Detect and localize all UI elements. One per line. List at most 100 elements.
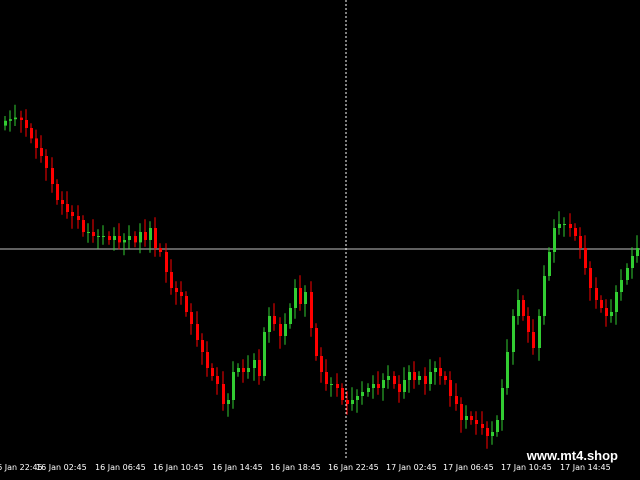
candle-body bbox=[216, 376, 219, 384]
candle-body bbox=[97, 236, 100, 237]
candle-body bbox=[501, 388, 504, 420]
candle-body bbox=[61, 200, 64, 204]
candle-body bbox=[51, 168, 54, 184]
candle-body bbox=[25, 120, 28, 128]
candle-body bbox=[496, 420, 499, 432]
time-axis-label: 16 Jan 02:45 bbox=[36, 463, 87, 472]
candle-body bbox=[486, 428, 489, 436]
candle-body bbox=[631, 256, 634, 268]
candle-body bbox=[45, 156, 48, 168]
candle-body bbox=[418, 376, 421, 380]
candle-body bbox=[620, 280, 623, 292]
candle-body bbox=[320, 356, 323, 372]
candle-body bbox=[253, 360, 256, 368]
candle-body bbox=[372, 384, 375, 388]
candle-body bbox=[512, 316, 515, 352]
candle-body bbox=[279, 324, 282, 336]
candle-body bbox=[294, 288, 297, 308]
candle-body bbox=[553, 228, 556, 252]
candle-body bbox=[325, 372, 328, 384]
candle-body bbox=[610, 312, 613, 316]
time-axis-label: 16 Jan 22:45 bbox=[328, 463, 379, 472]
candle-body bbox=[71, 212, 74, 216]
candle-body bbox=[569, 224, 572, 228]
candle-body bbox=[563, 224, 566, 225]
candle-body bbox=[201, 340, 204, 352]
time-axis-label: 17 Jan 06:45 bbox=[443, 463, 494, 472]
candle-body bbox=[584, 248, 587, 268]
candle-body bbox=[108, 236, 111, 240]
candle-body bbox=[481, 424, 484, 428]
candle-body bbox=[118, 236, 121, 243]
candle-body bbox=[175, 288, 178, 292]
time-axis-label: 16 Jan 18:45 bbox=[270, 463, 321, 472]
candle-body bbox=[377, 384, 380, 388]
candle-body bbox=[30, 128, 33, 139]
candle-body bbox=[92, 232, 95, 236]
candle-body bbox=[429, 372, 432, 384]
candle-body bbox=[180, 292, 183, 296]
candle-body bbox=[247, 368, 250, 372]
candle-body bbox=[134, 236, 137, 243]
candle-body bbox=[382, 380, 385, 388]
candle-body bbox=[403, 380, 406, 392]
candle-body bbox=[87, 232, 90, 233]
candle-body bbox=[310, 292, 313, 328]
candle-body bbox=[82, 220, 85, 232]
candle-body bbox=[341, 388, 344, 400]
candle-body bbox=[242, 368, 245, 372]
candle-body bbox=[522, 300, 525, 316]
time-axis-label: 16 Jan 10:45 bbox=[153, 463, 204, 472]
candle-body bbox=[299, 288, 302, 304]
candle-body bbox=[538, 316, 541, 348]
candle-body bbox=[626, 268, 629, 280]
chart-background bbox=[0, 0, 640, 480]
candle-body bbox=[20, 117, 23, 120]
candle-body bbox=[465, 416, 468, 420]
candle-body bbox=[548, 252, 551, 276]
candle-body bbox=[227, 400, 230, 404]
candle-body bbox=[263, 332, 266, 376]
candle-body bbox=[66, 204, 69, 212]
candle-body bbox=[600, 300, 603, 308]
candle-body bbox=[289, 308, 292, 324]
candle-body bbox=[268, 316, 271, 332]
candle-body bbox=[460, 404, 463, 420]
candle-body bbox=[491, 432, 494, 436]
candle-body bbox=[222, 384, 225, 404]
candle-body bbox=[273, 316, 276, 324]
candle-body bbox=[159, 248, 162, 252]
candle-body bbox=[56, 184, 59, 200]
candle-body bbox=[398, 384, 401, 392]
candle-body bbox=[361, 392, 364, 396]
candle-body bbox=[77, 216, 80, 220]
candle-body bbox=[190, 312, 193, 324]
candle-body bbox=[139, 232, 142, 243]
candle-body bbox=[506, 352, 509, 388]
candle-body bbox=[185, 296, 188, 312]
candle-body bbox=[315, 328, 318, 356]
candle-body bbox=[128, 236, 131, 240]
candle-body bbox=[336, 384, 339, 388]
candle-body bbox=[35, 138, 38, 148]
candle-body bbox=[123, 240, 126, 243]
candle-body bbox=[449, 380, 452, 396]
candle-body bbox=[574, 228, 577, 236]
candle-body bbox=[470, 416, 473, 420]
candle-body bbox=[113, 236, 116, 240]
candle-body bbox=[367, 388, 370, 392]
candle-body bbox=[284, 324, 287, 336]
candle-body bbox=[434, 368, 437, 372]
candle-body bbox=[543, 276, 546, 316]
candle-body bbox=[9, 119, 12, 121]
candle-body bbox=[149, 228, 152, 240]
candle-body bbox=[102, 236, 105, 237]
time-axis-label: 16 Jan 06:45 bbox=[95, 463, 146, 472]
candle-body bbox=[258, 360, 261, 376]
candle-body bbox=[475, 420, 478, 424]
candle-body bbox=[154, 228, 157, 248]
price-chart[interactable] bbox=[0, 0, 640, 480]
candle-body bbox=[237, 368, 240, 372]
candle-body bbox=[304, 292, 307, 304]
candle-body bbox=[356, 396, 359, 400]
